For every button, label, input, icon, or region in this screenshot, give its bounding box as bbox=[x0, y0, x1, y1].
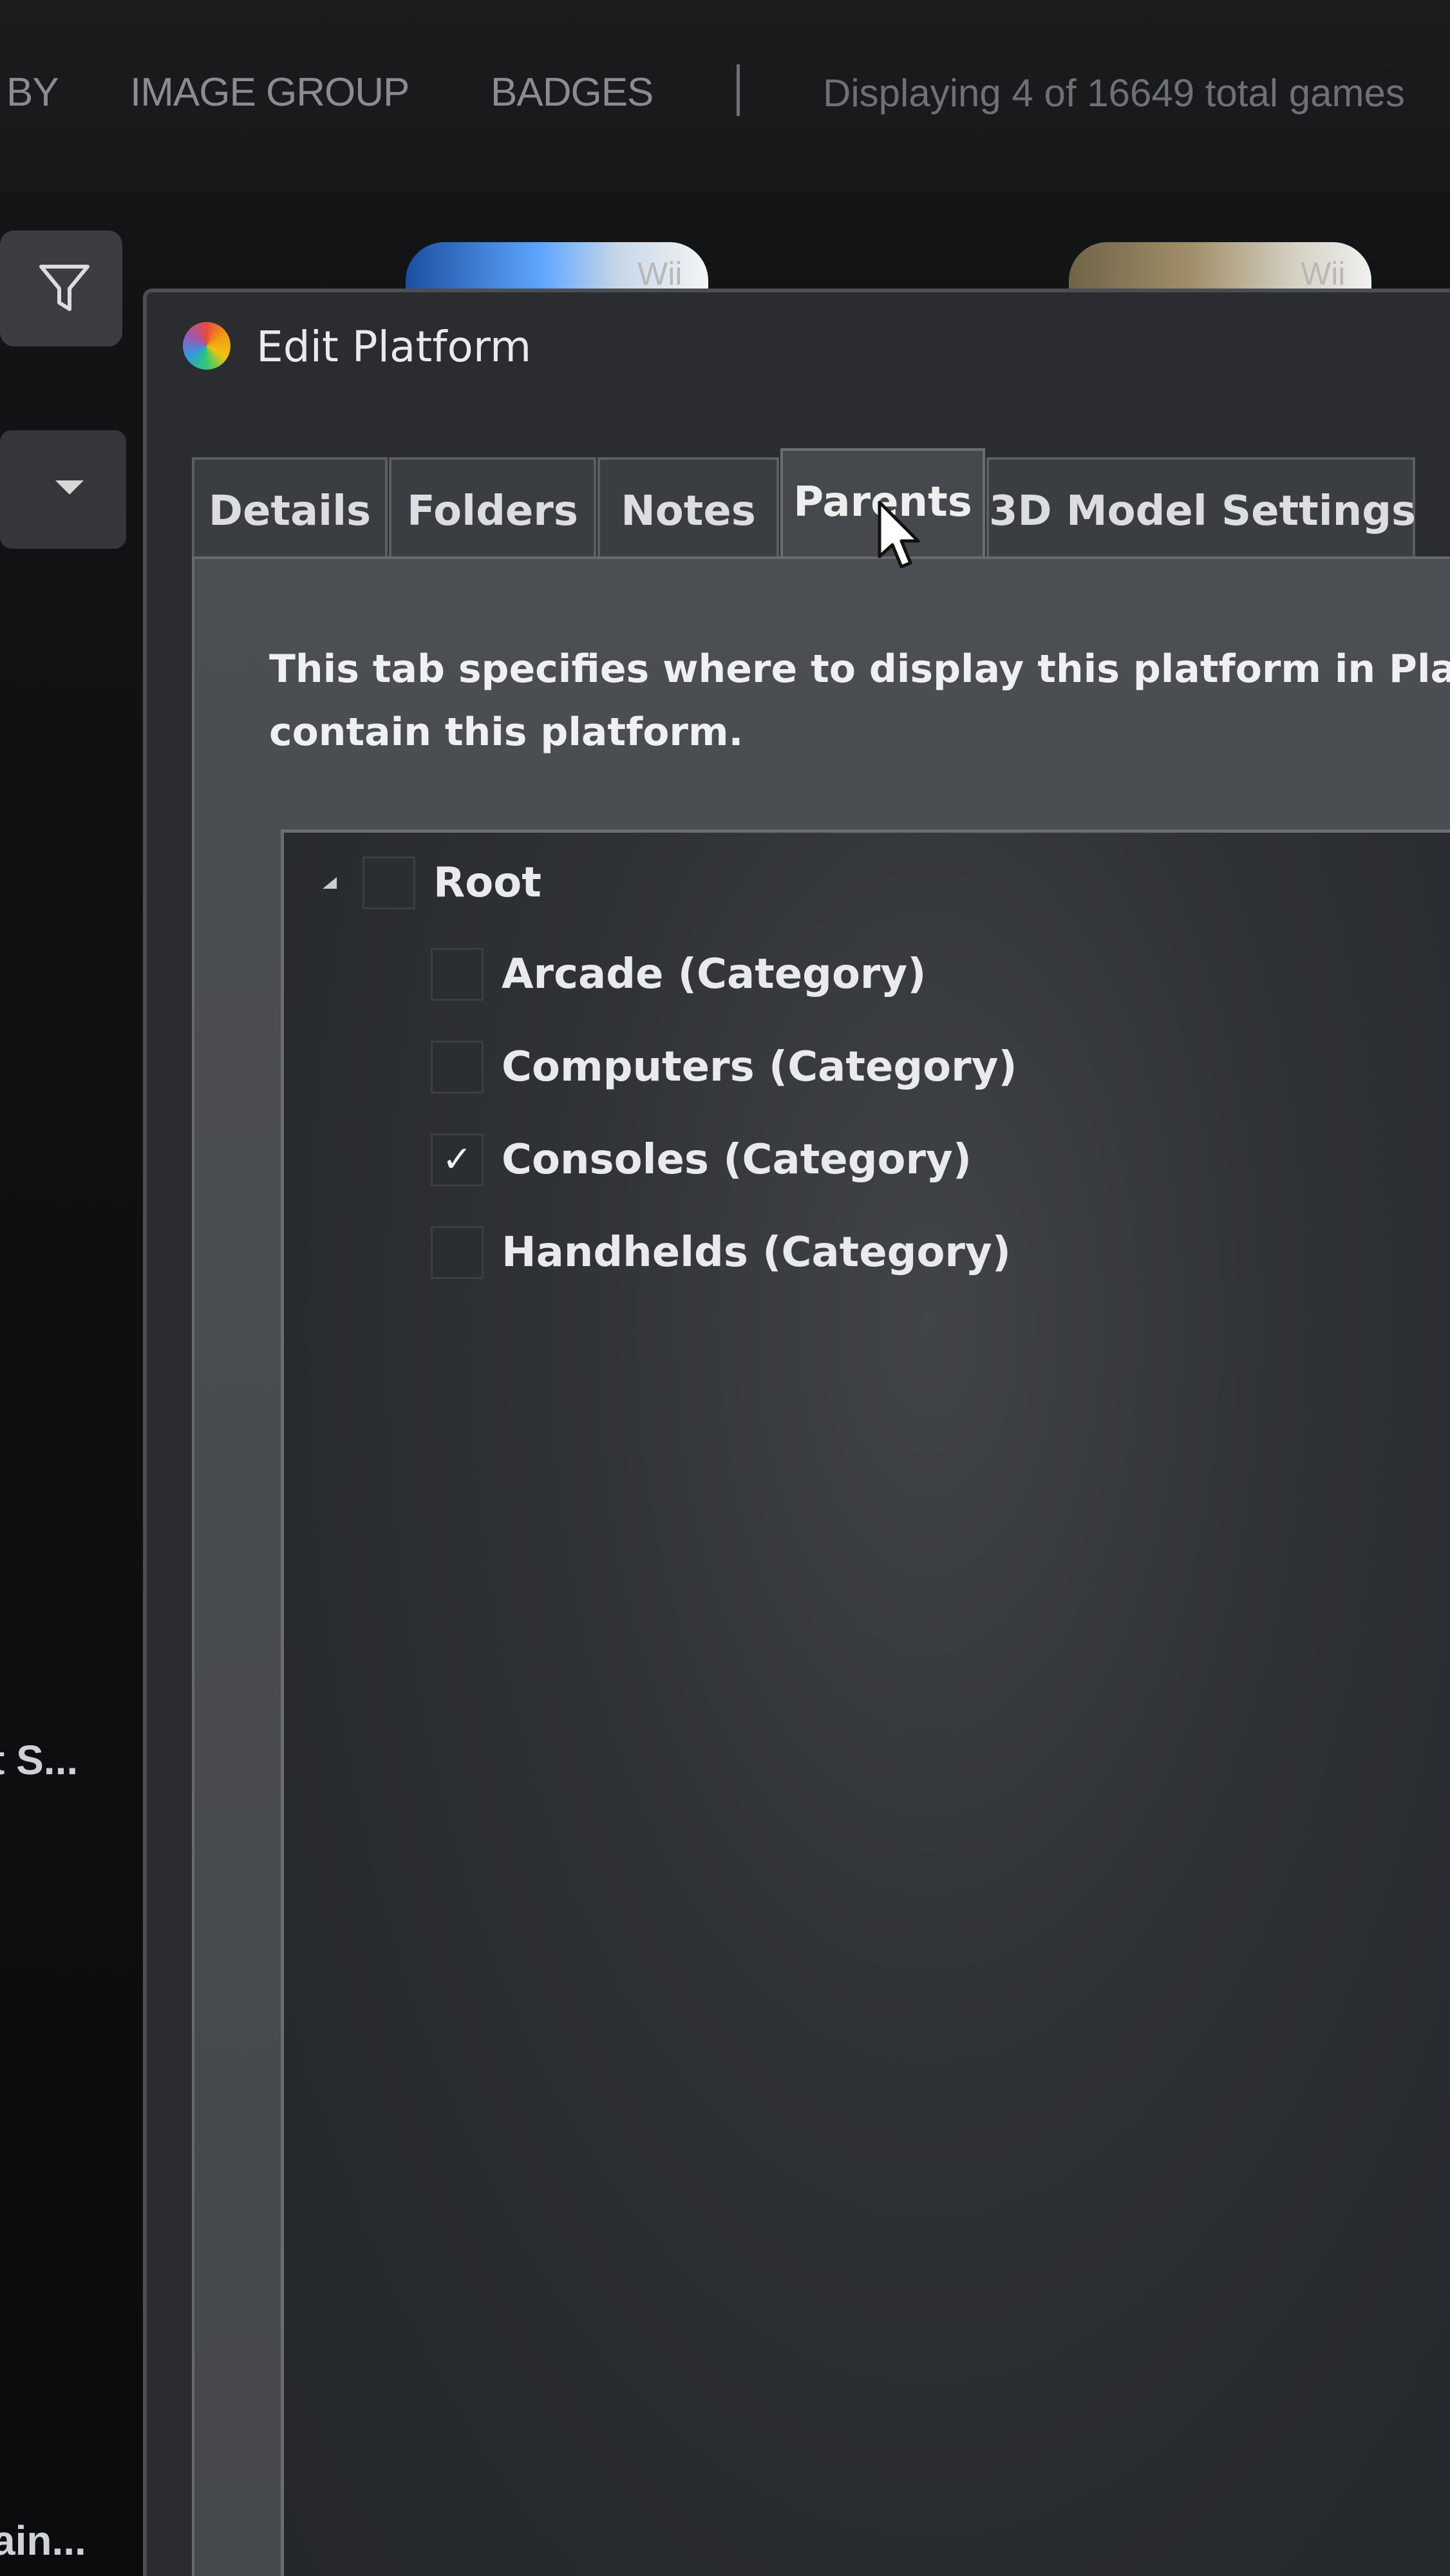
tree-item-computers[interactable]: Computers (Category) bbox=[431, 1036, 1017, 1098]
tab-details[interactable]: Details bbox=[192, 457, 388, 560]
tab-description: This tab specifies where to display this… bbox=[269, 638, 1450, 764]
tree-item-label: Arcade (Category) bbox=[502, 951, 927, 998]
tree-item-label: Computers (Category) bbox=[502, 1043, 1017, 1091]
filter-button[interactable] bbox=[0, 231, 122, 346]
description-line: contain this platform. bbox=[269, 710, 744, 755]
expand-triangle-icon[interactable] bbox=[323, 877, 337, 889]
tree-item-label: Consoles (Category) bbox=[502, 1136, 972, 1184]
tree-item-label: Handhelds (Category) bbox=[502, 1229, 1011, 1276]
dialog-title: Edit Platform bbox=[256, 322, 532, 372]
computers-checkbox[interactable] bbox=[431, 1041, 484, 1094]
tree-item-consoles[interactable]: ✓ Consoles (Category) bbox=[431, 1129, 972, 1191]
tab-folders[interactable]: Folders bbox=[389, 457, 596, 560]
edit-platform-dialog: Edit Platform Details Folders Notes Pare… bbox=[143, 289, 1450, 2576]
tree-item-arcade[interactable]: Arcade (Category) bbox=[431, 943, 926, 1005]
parents-tab-panel: This tab specifies where to display this… bbox=[192, 556, 1450, 2576]
consoles-checkbox[interactable]: ✓ bbox=[431, 1133, 484, 1186]
tree-item-label: Root bbox=[433, 859, 541, 907]
handhelds-checkbox[interactable] bbox=[431, 1226, 484, 1279]
tree-item-root[interactable]: Root bbox=[323, 852, 541, 914]
mouse-cursor-icon bbox=[878, 500, 920, 569]
nav-sort-by[interactable]: BY bbox=[6, 70, 59, 115]
thumbnail-label: Wii bbox=[1301, 256, 1346, 292]
description-line: This tab specifies where to display this… bbox=[269, 647, 1450, 692]
games-count-status: Displaying 4 of 16649 total games bbox=[823, 71, 1405, 115]
nav-badges[interactable]: BADGES bbox=[491, 70, 654, 115]
top-navigation-bar: BY IMAGE GROUP BADGES Displaying 4 of 16… bbox=[0, 0, 1450, 193]
tab-3d-model-settings[interactable]: 3D Model Settings bbox=[986, 457, 1416, 560]
root-checkbox[interactable] bbox=[362, 857, 415, 909]
sidebar-truncated-item[interactable]: t S... bbox=[0, 1736, 78, 1784]
sidebar-dropdown[interactable] bbox=[0, 430, 126, 549]
tree-item-handhelds[interactable]: Handhelds (Category) bbox=[431, 1222, 1011, 1283]
parents-tree: Root Arcade (Category) Computers (Catego… bbox=[281, 829, 1450, 2576]
thumbnail-label: Wii bbox=[637, 256, 683, 292]
sidebar-truncated-item[interactable]: ain... bbox=[0, 2517, 86, 2564]
platform-icon bbox=[183, 322, 231, 370]
tab-notes[interactable]: Notes bbox=[598, 457, 779, 560]
screen: BY IMAGE GROUP BADGES Displaying 4 of 16… bbox=[0, 0, 1450, 2576]
nav-image-group[interactable]: IMAGE GROUP bbox=[130, 70, 410, 115]
filter-icon bbox=[39, 265, 89, 311]
chevron-down-icon bbox=[55, 480, 84, 495]
arcade-checkbox[interactable] bbox=[431, 948, 484, 1001]
nav-separator bbox=[737, 64, 740, 116]
tab-strip: Details Folders Notes Parents 3D Model S… bbox=[192, 448, 1450, 562]
